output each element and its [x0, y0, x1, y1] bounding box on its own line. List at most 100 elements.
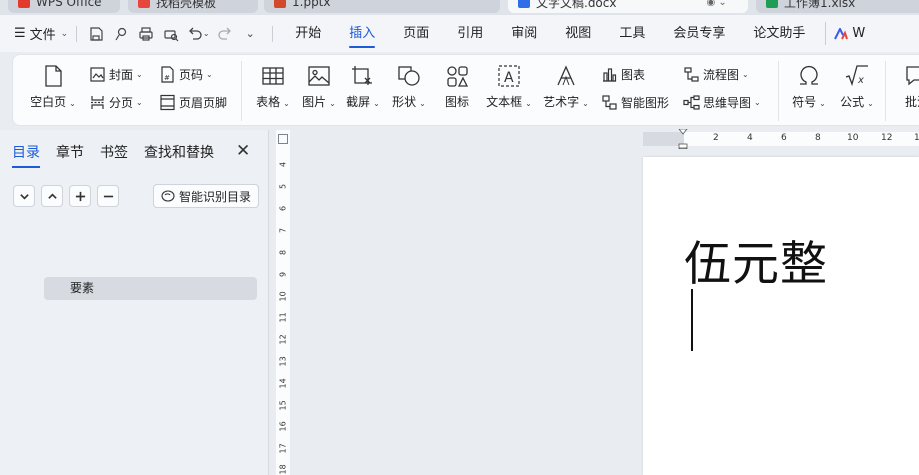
chevron-down-icon: ⌄ — [819, 99, 826, 108]
text-cursor — [691, 289, 693, 351]
smart-graphic-button[interactable]: 智能图形 — [601, 94, 669, 111]
chevron-down-icon — [19, 193, 29, 200]
shape-label: 形状 — [392, 95, 417, 109]
icon-library-button[interactable]: 图标 — [431, 63, 483, 110]
blank-page-button[interactable]: 空白页 ⌄ — [27, 63, 79, 110]
formula-icon: x — [845, 65, 868, 87]
menu-member[interactable]: 会员专享 — [659, 15, 739, 52]
redo-icon[interactable] — [214, 23, 236, 45]
header-footer-icon — [160, 94, 175, 111]
xlsx-icon — [766, 0, 778, 8]
remove-entry-button[interactable] — [97, 185, 119, 207]
tab-options-icon[interactable]: ◉ ⌄ — [706, 0, 726, 8]
divider — [76, 25, 78, 42]
add-entry-button[interactable] — [69, 185, 91, 207]
picture-icon — [308, 66, 330, 86]
indent-marker-icon[interactable] — [678, 129, 688, 149]
header-footer-button[interactable]: 页眉页脚 — [159, 94, 227, 111]
tab-pptx[interactable]: 1.pptx — [264, 0, 500, 13]
plus-icon — [75, 191, 85, 201]
panel-divider[interactable] — [268, 130, 269, 475]
ruler-corner-icon[interactable] — [278, 134, 288, 144]
save-icon[interactable] — [85, 23, 107, 45]
smart-graphic-label: 智能图形 — [621, 96, 670, 110]
tab-template[interactable]: 找稻壳模板 — [128, 0, 258, 13]
tab-docx[interactable]: 文字文稿.docx ◉ ⌄ — [508, 0, 748, 13]
ruler-tick: 11 — [278, 312, 288, 323]
formula-button[interactable]: x 公式 ⌄ — [831, 63, 883, 110]
tab-chapters[interactable]: 章节 — [56, 142, 84, 166]
mindmap-button[interactable]: 思维导图 ⌄ — [683, 94, 761, 111]
print-icon[interactable] — [135, 23, 157, 45]
blank-page-icon — [45, 65, 62, 87]
tab-label: WPS Office — [36, 0, 102, 9]
annotation-button[interactable]: 批注 — [891, 63, 919, 110]
menu-review[interactable]: 审阅 — [497, 15, 551, 52]
smart-recognize-label: 智能识别目录 — [179, 189, 252, 204]
tab-bookmarks[interactable]: 书签 — [100, 142, 128, 166]
ruler-tick: 6 — [278, 205, 288, 212]
print-preview-icon[interactable] — [160, 23, 182, 45]
icon-library-label: 图标 — [444, 95, 469, 109]
chevron-down-icon: ⌄ — [525, 99, 532, 108]
menu-tools[interactable]: 工具 — [605, 15, 659, 52]
format-painter-icon[interactable] — [110, 23, 132, 45]
chevron-down-icon: ⌄ — [867, 99, 874, 108]
document-text[interactable]: 伍元整 — [684, 225, 828, 294]
cover-label: 封面 — [109, 68, 134, 82]
tab-label: 找稻壳模板 — [156, 0, 217, 10]
chevron-down-icon: ⌄ — [136, 70, 143, 79]
menu-reference[interactable]: 引用 — [443, 15, 497, 52]
textbox-label: 文本框 — [486, 95, 523, 109]
collapse-up-button[interactable] — [41, 185, 63, 207]
collapse-down-button[interactable] — [13, 185, 35, 207]
tab-find-replace[interactable]: 查找和替换 — [144, 142, 214, 166]
close-panel-icon[interactable]: ✕ — [236, 141, 250, 161]
cover-button[interactable]: 封面 ⌄ — [89, 66, 143, 83]
table-button[interactable]: 表格 ⌄ — [247, 63, 299, 110]
screenshot-label: 截屏 — [346, 95, 371, 109]
screenshot-icon — [352, 66, 372, 85]
more-quick-access-icon[interactable]: ⌄ — [239, 23, 261, 45]
ruler-tick: 10 — [278, 291, 288, 302]
file-menu[interactable]: ☰ 文件 ⌄ — [14, 24, 68, 43]
tab-toc[interactable]: 目录 — [12, 142, 40, 168]
ai-label: W — [852, 26, 866, 41]
menu-start[interactable]: 开始 — [281, 15, 335, 52]
undo-icon[interactable]: ⌄ — [185, 23, 211, 45]
annotation-label: 批注 — [904, 95, 919, 109]
textbox-button[interactable]: A 文本框 ⌄ — [483, 63, 535, 110]
menu-insert[interactable]: 插入 — [335, 15, 389, 52]
formula-label: 公式 — [840, 95, 865, 109]
document-page[interactable]: 伍元整 — [643, 157, 919, 475]
toc-item[interactable]: 要素 — [44, 277, 257, 300]
smart-graphic-icon — [602, 95, 617, 110]
wordart-button[interactable]: 艺术字 ⌄ — [540, 63, 592, 110]
document-tab-strip: WPS Office 找稻壳模板 1.pptx 文字文稿.docx ◉ ⌄ 工作… — [0, 0, 919, 15]
screenshot-button[interactable]: 截屏 ⌄ — [337, 63, 389, 110]
flowchart-button[interactable]: 流程图 ⌄ — [683, 66, 749, 83]
ruler-tick: 9 — [278, 271, 288, 278]
smart-recognize-toc-button[interactable]: 智能识别目录 — [153, 184, 260, 208]
menu-page[interactable]: 页面 — [389, 15, 443, 52]
menu-icon: ☰ — [14, 26, 26, 41]
ai-assistant-button[interactable]: W — [825, 22, 873, 45]
mindmap-label: 思维导图 — [703, 96, 752, 110]
ruler-tick: 15 — [278, 400, 288, 411]
ruler-tick: 16 — [278, 421, 288, 432]
ruler-tick: 1 — [914, 133, 919, 143]
tab-xlsx[interactable]: 工作簿1.xlsx — [756, 0, 919, 13]
page-number-button[interactable]: # 页码 ⌄ — [159, 66, 213, 83]
comment-icon — [906, 66, 919, 86]
page-break-button[interactable]: 分页 ⌄ — [89, 94, 143, 111]
icon-library-icon — [447, 66, 469, 87]
shape-button[interactable]: 形状 ⌄ — [383, 63, 435, 110]
chart-button[interactable]: 图表 — [601, 66, 645, 83]
divider — [778, 61, 779, 121]
menu-paper-assistant[interactable]: 论文助手 — [739, 15, 819, 52]
tab-wps-office[interactable]: WPS Office — [8, 0, 120, 13]
symbol-button[interactable]: 符号 ⌄ — [783, 63, 835, 110]
menu-view[interactable]: 视图 — [551, 15, 605, 52]
chevron-down-icon: ⌄ — [329, 99, 336, 108]
horizontal-ruler: 2 4 6 8 10 12 1 — [643, 129, 919, 149]
